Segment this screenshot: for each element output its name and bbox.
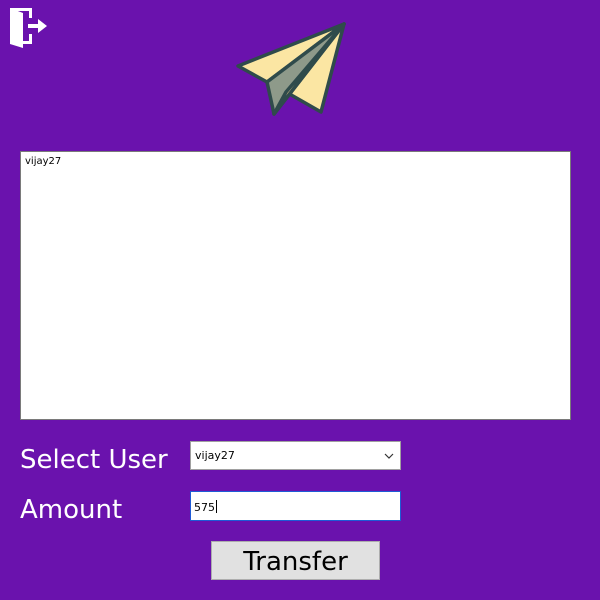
transfer-button[interactable]: Transfer [211, 541, 380, 580]
user-select-value: vijay27 [195, 449, 235, 462]
amount-text: 575 [194, 501, 215, 514]
logout-button[interactable] [6, 4, 48, 48]
logout-icon [10, 8, 47, 48]
amount-input[interactable]: 575 [190, 491, 401, 521]
user-select[interactable]: vijay27 [190, 441, 401, 470]
amount-value: 575 [194, 500, 217, 514]
select-user-label: Select User [20, 445, 168, 475]
user-list[interactable]: vijay27 [20, 151, 571, 420]
amount-label: Amount [20, 495, 123, 525]
app-logo [234, 20, 348, 118]
paper-plane-icon [236, 22, 346, 116]
list-item[interactable]: vijay27 [25, 155, 61, 168]
chevron-down-icon [384, 453, 394, 459]
text-caret [216, 500, 217, 513]
